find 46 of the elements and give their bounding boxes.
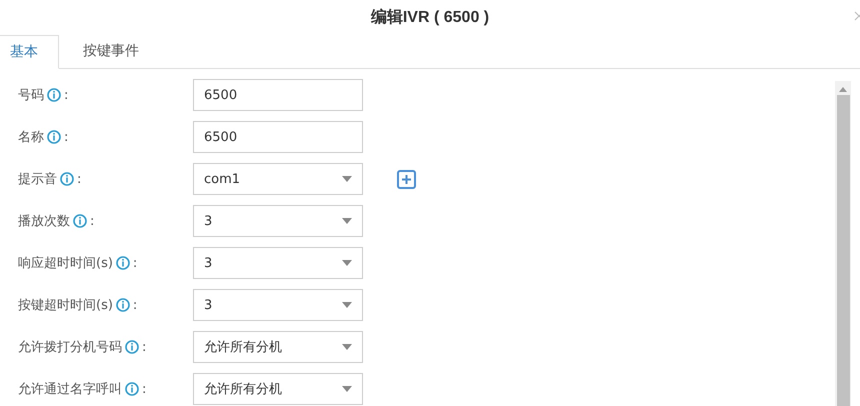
info-icon[interactable] bbox=[73, 214, 87, 228]
info-icon[interactable] bbox=[116, 298, 130, 312]
field-label: 号码 bbox=[18, 87, 44, 104]
input-field[interactable]: 6500 bbox=[193, 121, 363, 153]
colon: : bbox=[77, 172, 82, 186]
tab[interactable]: 基本 bbox=[0, 35, 59, 69]
select-field[interactable]: 3 bbox=[193, 205, 363, 237]
scroll-up-icon[interactable] bbox=[839, 87, 847, 92]
colon: : bbox=[142, 340, 146, 354]
dialog-title: 编辑IVR ( 6500 ) bbox=[370, 7, 490, 28]
caret-icon[interactable] bbox=[342, 176, 352, 182]
field-label: 允许拨打分机号码 bbox=[18, 339, 122, 356]
field-label: 名称 bbox=[18, 129, 44, 146]
field-label: 响应超时时间(s) bbox=[18, 255, 113, 272]
caret-icon[interactable] bbox=[342, 344, 352, 350]
caret-icon[interactable] bbox=[342, 386, 352, 392]
info-icon[interactable] bbox=[60, 172, 74, 186]
scrollbar[interactable] bbox=[835, 81, 851, 406]
select-field[interactable]: 3 bbox=[193, 247, 363, 279]
caret-icon[interactable] bbox=[342, 302, 352, 308]
colon: : bbox=[142, 382, 146, 396]
select-field[interactable]: 允许所有分机 bbox=[193, 373, 363, 405]
select-field[interactable]: com1 bbox=[193, 163, 363, 195]
close-icon[interactable] bbox=[854, 11, 860, 21]
input-field[interactable]: 6500 bbox=[193, 79, 363, 111]
caret-icon[interactable] bbox=[342, 260, 352, 266]
colon: : bbox=[132, 298, 138, 312]
colon: : bbox=[64, 130, 68, 144]
field-label: 提示音 bbox=[18, 171, 57, 188]
info-icon[interactable] bbox=[47, 130, 61, 144]
tab[interactable]: 按键事件 bbox=[59, 34, 163, 68]
info-icon[interactable] bbox=[47, 88, 61, 102]
field-label: 播放次数 bbox=[18, 213, 70, 230]
info-icon[interactable] bbox=[125, 340, 139, 354]
colon: : bbox=[132, 256, 138, 270]
colon: : bbox=[90, 214, 94, 228]
info-icon[interactable] bbox=[125, 382, 139, 396]
add-button[interactable] bbox=[397, 170, 416, 188]
info-icon[interactable] bbox=[116, 256, 130, 270]
select-field[interactable]: 允许所有分机 bbox=[193, 331, 363, 363]
colon: : bbox=[64, 88, 68, 102]
caret-icon[interactable] bbox=[342, 218, 352, 224]
select-field[interactable]: 3 bbox=[193, 289, 363, 321]
field-label: 允许通过名字呼叫 bbox=[18, 381, 122, 398]
field-label: 按键超时时间(s) bbox=[18, 297, 113, 314]
plus-icon bbox=[401, 174, 412, 184]
